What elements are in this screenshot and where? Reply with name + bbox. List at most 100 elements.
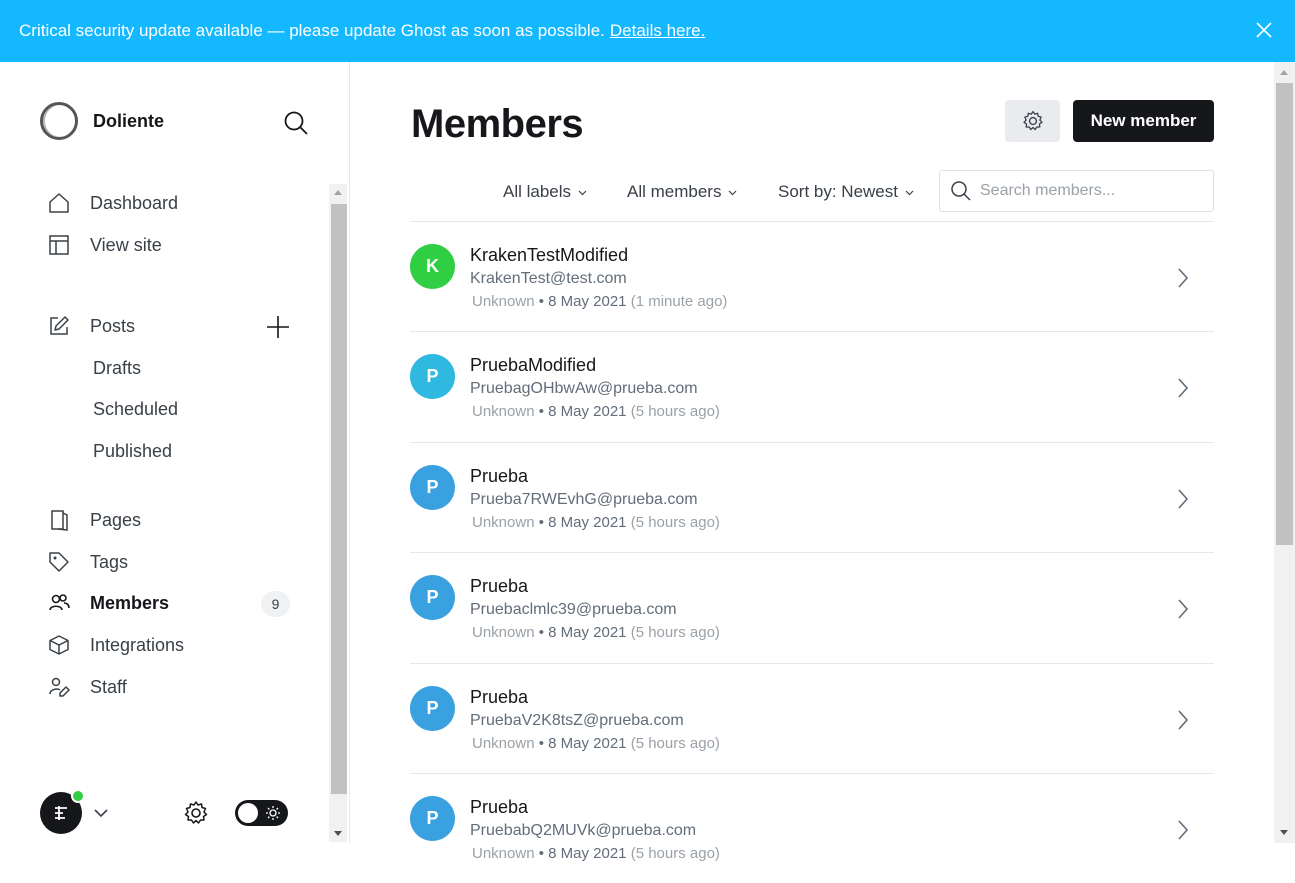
scroll-up-icon[interactable] [1280,70,1288,75]
chevron-right-icon [1178,378,1189,398]
sidebar-item-pages[interactable]: Pages [47,508,141,532]
member-status: Unknown [472,293,535,310]
member-date: 8 May 2021 [548,513,627,531]
sidebar-item-dashboard[interactable]: Dashboard [47,191,178,215]
member-date: 8 May 2021 [548,844,627,862]
search-icon [951,181,971,201]
member-name: PruebaModified [470,355,597,376]
member-avatar: P [410,685,455,731]
sidebar-item-members[interactable]: Members [47,591,169,615]
member-row[interactable]: P Prueba Prueba7RWEvhG@prueba.com Unknown •… [410,441,1214,552]
sidebar-item-drafts[interactable]: Drafts [93,358,141,379]
sidebar: Doliente Dashboard View site Posts Draft… [0,62,350,843]
scroll-up-icon[interactable] [334,190,342,195]
security-banner: Critical security update available — ple… [0,0,1295,62]
sidebar-item-integrations[interactable]: Integrations [47,633,184,657]
banner-details-link[interactable]: Details here. [610,21,705,41]
chevron-right-icon [1178,489,1189,509]
sidebar-item-label: View site [90,234,162,255]
gear-icon [1022,110,1043,131]
member-email: Prueba7RWEvhG@prueba.com [470,490,698,508]
member-name: Prueba [470,796,529,817]
member-meta: Unknown • 8 May 2021 (5 hours ago) [472,734,720,752]
member-email: Pruebaclmlc39@prueba.com [470,601,677,619]
member-email: PruebaV2K8tsZ@prueba.com [470,711,684,729]
search-members-input[interactable] [980,182,1200,200]
layout-icon [47,233,71,257]
online-status-dot [71,789,85,803]
search-members-box[interactable] [939,170,1214,212]
member-meta: Unknown • 8 May 2021 (5 hours ago) [472,403,720,421]
member-meta: Unknown • 8 May 2021 (5 hours ago) [472,513,720,531]
sidebar-scrollbar[interactable] [329,184,347,842]
scrollbar-thumb[interactable] [331,204,347,794]
scrollbar-thumb[interactable] [1276,83,1293,545]
chevron-right-icon [1178,268,1189,288]
sidebar-item-view-site[interactable]: View site [47,233,162,257]
member-row[interactable]: P Prueba Pruebaclmlc39@prueba.com Unknown •… [410,552,1214,662]
sidebar-item-label: Integrations [90,634,185,655]
sidebar-item-label: Pages [90,509,142,530]
sidebar-item-label: Staff [90,676,127,697]
member-date: 8 May 2021 [548,293,627,310]
members-settings-button[interactable] [1005,100,1060,142]
staff-icon [47,675,71,699]
scroll-down-icon[interactable] [334,831,342,836]
site-logo [40,102,78,140]
main-content: Members New member All labels All member… [351,62,1273,862]
sidebar-item-staff[interactable]: Staff [47,675,127,699]
member-meta: Unknown • 8 May 2021 (5 hours ago) [472,844,720,862]
member-ago: (5 hours ago) [630,734,720,752]
scroll-down-icon[interactable] [1280,830,1288,835]
sidebar-item-label: Posts [90,315,136,336]
site-name: Doliente [93,110,165,131]
member-row[interactable]: P Prueba PruebaV2K8tsZ@prueba.com Unknown •… [410,662,1214,773]
members-count-badge: 9 [261,591,290,617]
member-avatar: P [410,795,455,841]
new-member-button[interactable]: New member [1073,100,1214,142]
member-avatar: P [410,464,455,510]
member-status: Unknown [472,403,535,421]
member-meta: Unknown • 8 May 2021 (1 minute ago) [472,293,728,310]
member-status: Unknown [472,734,535,752]
sidebar-item-scheduled[interactable]: Scheduled [93,399,178,420]
members-icon [47,591,71,615]
gear-icon[interactable] [182,799,210,827]
sidebar-item-posts[interactable]: Posts [47,314,135,338]
chevron-right-icon [1178,710,1189,730]
member-date: 8 May 2021 [548,734,627,752]
chevron-right-icon [1178,599,1189,619]
member-status: Unknown [472,624,535,642]
members-list: K KrakenTestModified KrakenTest@test.com Un… [410,221,1214,883]
site-brand[interactable]: Doliente [40,102,164,140]
main-scrollbar[interactable] [1274,62,1295,843]
member-ago: (5 hours ago) [630,844,720,862]
member-name: Prueba [470,576,529,597]
home-icon [47,191,71,215]
chevron-down-icon [729,190,737,195]
sidebar-item-published[interactable]: Published [93,441,172,462]
labels-filter-label: All labels [503,182,572,201]
page-title: Members [411,102,584,146]
member-name: Prueba [470,686,529,707]
member-date: 8 May 2021 [548,403,627,421]
sort-dropdown[interactable]: Sort by: Newest [778,182,914,202]
search-icon[interactable] [283,110,309,136]
sort-label: Sort by: Newest [778,182,898,201]
chevron-right-icon [1178,820,1189,840]
close-icon[interactable] [1255,21,1273,39]
member-row[interactable]: P Prueba PruebabQ2MUVk@prueba.com Unknown •… [410,772,1214,883]
member-meta: Unknown • 8 May 2021 (5 hours ago) [472,624,720,642]
chevron-down-icon[interactable] [92,804,110,822]
labels-filter[interactable]: All labels [503,182,587,202]
member-row[interactable]: K KrakenTestModified KrakenTest@test.com Un… [410,221,1214,331]
member-ago: (5 hours ago) [630,513,720,531]
member-row[interactable]: P PruebaModified PruebagOHbwAw@prueba.com U… [410,331,1214,441]
sidebar-item-tags[interactable]: Tags [47,550,128,574]
chevron-down-icon [905,190,914,195]
members-filter[interactable]: All members [627,182,737,202]
sidebar-item-label: Dashboard [90,192,179,213]
add-post-icon[interactable] [265,314,291,340]
edit-icon [47,314,71,338]
theme-toggle[interactable] [235,800,288,826]
